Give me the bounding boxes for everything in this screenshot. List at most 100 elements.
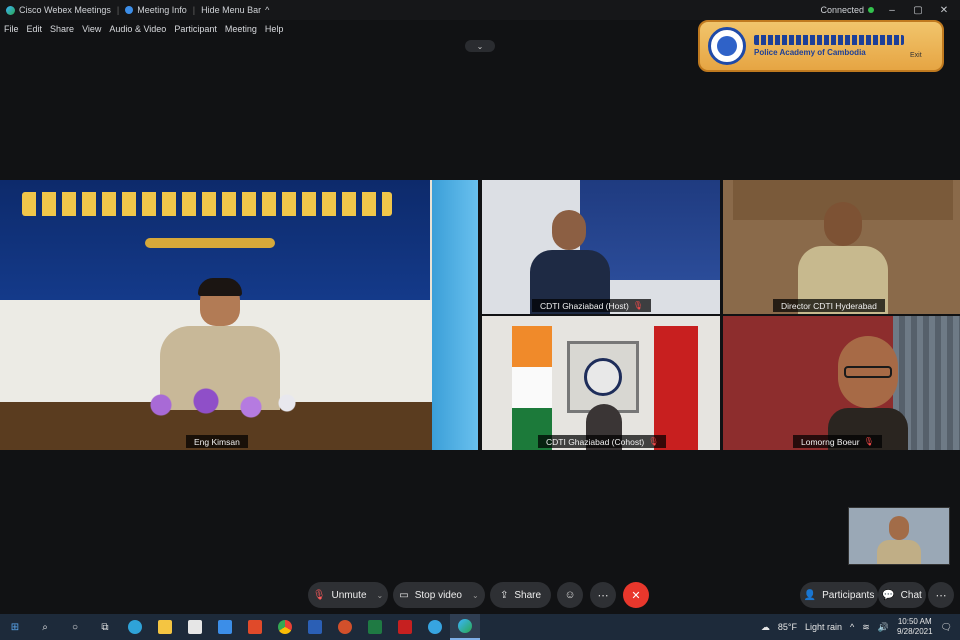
khmer-logo-text (754, 35, 904, 45)
meeting-info-button[interactable]: Meeting Info (125, 5, 187, 15)
store-icon[interactable] (180, 614, 210, 640)
participant-video-person (798, 202, 888, 314)
windows-start-icon[interactable]: ⊞ (0, 614, 30, 640)
participant-video-person (828, 336, 908, 450)
stop-video-button[interactable]: ▭ Stop video ⌄ (393, 582, 485, 608)
volume-icon[interactable]: 🔊 (878, 622, 889, 633)
info-icon (125, 6, 134, 14)
muted-mic-icon: 🎙 (648, 437, 659, 446)
weather-temp: 85°F (777, 622, 797, 632)
khmer-title-text (22, 192, 392, 216)
smiley-icon: ☺ (564, 589, 576, 601)
file-explorer-icon[interactable] (150, 614, 180, 640)
chevron-down-icon: ⌄ (476, 41, 484, 51)
india-flag (512, 326, 552, 450)
self-person (877, 516, 921, 564)
edge-icon[interactable] (120, 614, 150, 640)
notification-icon[interactable]: 🗨 (941, 622, 952, 633)
name-tag-host: CDTI Ghaziabad (Host) 🎙 (532, 299, 651, 312)
collapse-toolbar-button[interactable]: ⌄ (465, 40, 495, 52)
video-tile-main[interactable]: Eng Kimsan (0, 180, 478, 450)
mail-icon[interactable] (210, 614, 240, 640)
weather-desc: Light rain (804, 622, 842, 632)
glasses (844, 366, 892, 378)
red-flag (654, 326, 698, 450)
participants-button[interactable]: 👤 Participants (800, 582, 878, 608)
ornament (145, 238, 275, 248)
unmute-button[interactable]: 🎙 Unmute ⌄ (308, 582, 388, 608)
connection-status: Connected (820, 5, 874, 15)
menu-share[interactable]: Share (50, 24, 74, 34)
menu-help[interactable]: Help (265, 24, 284, 34)
powerpoint-icon[interactable] (330, 614, 360, 640)
title-bar: Cisco Webex Meetings | Meeting Info | Hi… (0, 0, 960, 20)
video-tile-cohost[interactable]: CDTI Ghaziabad (Cohost) 🎙 (482, 316, 720, 450)
menu-view[interactable]: View (82, 24, 101, 34)
menu-audio-video[interactable]: Audio & Video (109, 24, 166, 34)
clock[interactable]: 10:50 AM 9/28/2021 (897, 617, 933, 637)
end-meeting-button[interactable]: ✕ (623, 582, 649, 608)
app-name: Cisco Webex Meetings (19, 5, 111, 15)
meeting-controls: 🎙 Unmute ⌄ ▭ Stop video ⌄ ⇪ Share ☺ ⋯ ✕ … (0, 582, 960, 610)
excel-icon[interactable] (360, 614, 390, 640)
webex-taskbar-icon[interactable] (450, 614, 480, 640)
flowers (125, 385, 305, 425)
menu-edit[interactable]: Edit (27, 24, 43, 34)
chevron-down-icon[interactable]: ⌄ (377, 591, 384, 600)
video-tile-director[interactable]: Director CDTI Hyderabad (723, 180, 960, 314)
self-view-video[interactable] (848, 507, 950, 565)
name-tag-cohost: CDTI Ghaziabad (Cohost) 🎙 (538, 435, 667, 448)
name-tag-lomorng: Lomorng Boeur 🎙 (793, 435, 882, 448)
telegram-icon[interactable] (420, 614, 450, 640)
office-icon[interactable] (240, 614, 270, 640)
share-button[interactable]: ⇪ Share (490, 582, 551, 608)
academy-logo-banner: Police Academy of Cambodia (698, 20, 944, 72)
weather-cloud-icon: ☁ (760, 621, 770, 632)
wifi-icon[interactable]: ≋ (862, 622, 870, 633)
logo-subtitle: Police Academy of Cambodia (754, 48, 866, 57)
acrobat-icon[interactable] (390, 614, 420, 640)
menu-participant[interactable]: Participant (174, 24, 217, 34)
reactions-button[interactable]: ☺ (557, 582, 583, 608)
muted-mic-icon: 🎙 (863, 437, 874, 446)
video-camera-icon: ▭ (399, 589, 409, 601)
name-tag-director: Director CDTI Hyderabad (773, 299, 885, 312)
more-options-button[interactable]: ⋯ (590, 582, 616, 608)
close-icon: ✕ (631, 589, 641, 602)
word-icon[interactable] (300, 614, 330, 640)
chevron-up-icon[interactable]: ^ (850, 622, 854, 632)
chat-bubble-icon: 💬 (882, 589, 895, 601)
windows-taskbar: ⊞ ⌕ ○ ⧉ ☁ 85°F Light rain ^ ≋ 🔊 10:50 AM… (0, 614, 960, 640)
mic-muted-icon: 🎙 (312, 589, 326, 601)
video-tile-host[interactable]: CDTI Ghaziabad (Host) 🎙 (482, 180, 720, 314)
chat-button[interactable]: 💬 Chat (878, 582, 926, 608)
video-tile-lomorng[interactable]: Lomorng Boeur 🎙 (723, 316, 960, 450)
cortana-icon[interactable]: ○ (60, 614, 90, 640)
name-tag-main: Eng Kimsan (186, 435, 248, 448)
chevron-up-icon: ^ (265, 5, 270, 15)
connected-dot-icon (868, 7, 874, 13)
exit-hint: Exit (910, 52, 922, 59)
system-tray: ☁ 85°F Light rain ^ ≋ 🔊 10:50 AM 9/28/20… (761, 617, 960, 637)
blue-flag (432, 180, 478, 450)
menu-meeting[interactable]: Meeting (225, 24, 257, 34)
more-panels-button[interactable]: ⋯ (928, 582, 954, 608)
chrome-icon[interactable] (270, 614, 300, 640)
close-window-icon[interactable]: ✕ (936, 5, 952, 16)
search-icon[interactable]: ⌕ (30, 614, 60, 640)
person-icon: 👤 (803, 589, 817, 601)
menu-bar: File Edit Share View Audio & Video Parti… (0, 20, 283, 38)
emblem (567, 341, 639, 413)
minimize-icon[interactable]: – (884, 5, 900, 16)
ellipsis-icon: ⋯ (935, 589, 947, 602)
task-view-icon[interactable]: ⧉ (90, 614, 120, 640)
ellipsis-icon: ⋯ (597, 589, 609, 602)
restore-icon[interactable]: ▢ (910, 5, 926, 16)
academy-seal-icon (708, 27, 746, 65)
app-title: Cisco Webex Meetings (0, 5, 111, 15)
muted-mic-icon: 🎙 (632, 301, 643, 310)
menu-file[interactable]: File (4, 24, 19, 34)
webex-icon (6, 5, 15, 15)
hide-menu-bar-button[interactable]: Hide Menu Bar ^ (201, 5, 269, 15)
chevron-down-icon[interactable]: ⌄ (472, 591, 479, 600)
